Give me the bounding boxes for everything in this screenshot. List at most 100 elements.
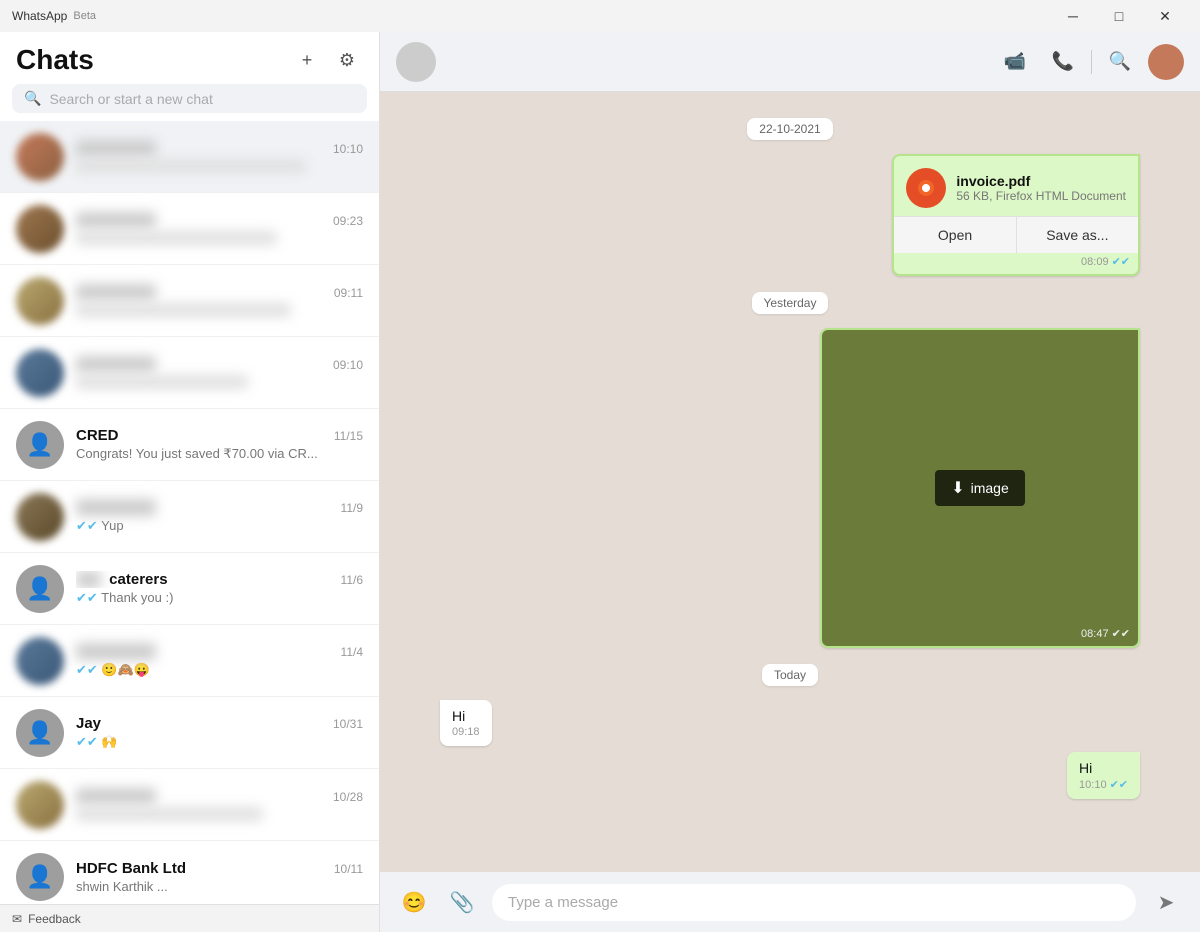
voice-call-button[interactable]: 📞 (1043, 42, 1083, 82)
search-icon: 🔍 (1109, 51, 1131, 72)
attach-button[interactable]: 📎 (444, 884, 480, 920)
chat-content: Jay 10/31 ✔✔ 🙌 (76, 715, 363, 750)
minimize-button[interactable]: ─ (1050, 0, 1096, 32)
list-item[interactable]: 👤 CRED 11/15 Congrats! You just saved ₹7… (0, 409, 379, 481)
image-bubble[interactable]: ⬇ image 08:47 ✔✔ (820, 328, 1140, 648)
msg-row-file: invoice.pdf 56 KB, Firefox HTML Document… (440, 154, 1140, 276)
chat-preview (76, 231, 277, 245)
maximize-button[interactable]: □ (1096, 0, 1142, 32)
close-button[interactable]: ✕ (1142, 0, 1188, 32)
file-msg-tick: ✔✔ (1112, 255, 1130, 268)
list-item[interactable]: 👤 Jay 10/31 ✔✔ 🙌 (0, 697, 379, 769)
chat-content: 11/4 ✔✔ 🙂🙈😛 (76, 643, 363, 678)
settings-button[interactable]: ⚙ (331, 44, 363, 76)
date-divider-yesterday: Yesterday (440, 294, 1140, 312)
sidebar-header: Chats + ⚙ (0, 32, 379, 84)
date-label-yesterday: Yesterday (752, 292, 829, 314)
chat-name: CRED (76, 427, 119, 444)
chat-top: 11/4 (76, 643, 363, 660)
chat-name: HDFC Bank Ltd (76, 860, 186, 877)
chat-name (76, 788, 156, 805)
date-divider-today: Today (440, 666, 1140, 684)
download-icon: ⬇ (951, 478, 964, 498)
list-item[interactable]: 👤 caterers 11/6 ✔✔ Thank you :) (0, 553, 379, 625)
avatar (16, 349, 64, 397)
list-item[interactable]: 10/28 (0, 769, 379, 841)
chat-preview (76, 159, 306, 173)
file-info: invoice.pdf 56 KB, Firefox HTML Document (894, 156, 1138, 216)
chat-time: 09:11 (334, 286, 363, 300)
file-message: invoice.pdf 56 KB, Firefox HTML Document… (892, 154, 1140, 276)
chat-content: 09:11 (76, 284, 363, 317)
outgoing-text: Hi (1079, 760, 1092, 776)
send-icon: ➤ (1158, 890, 1175, 915)
chat-time: 11/15 (334, 429, 363, 443)
send-button[interactable]: ➤ (1148, 884, 1184, 920)
image-bubble-footer: 08:47 ✔✔ (1081, 627, 1130, 640)
titlebar-left: WhatsApp Beta (12, 9, 96, 23)
chat-top: 09:23 (76, 212, 363, 229)
avatar (16, 781, 64, 829)
list-item[interactable]: 11/9 ✔✔ Yup (0, 481, 379, 553)
file-actions: Open Save as... (894, 216, 1138, 253)
image-label: image (971, 480, 1009, 496)
avatar (16, 277, 64, 325)
msg-time-row: 10:10 ✔✔ (1079, 778, 1128, 791)
image-msg-tick: ✔✔ (1112, 627, 1130, 640)
chat-name (76, 356, 156, 373)
file-icon (906, 168, 946, 208)
avatar: 👤 (16, 565, 64, 613)
search-icon: 🔍 (24, 90, 41, 107)
file-msg-time: 08:09 (1081, 256, 1109, 268)
open-file-button[interactable]: Open (894, 217, 1015, 253)
chat-content: CRED 11/15 Congrats! You just saved ₹70.… (76, 427, 363, 462)
avatar: 👤 (16, 709, 64, 757)
image-msg-time: 08:47 (1081, 628, 1109, 640)
chat-header-avatar (396, 42, 436, 82)
messages-area: 22-10-2021 (380, 92, 1200, 872)
chat-content: 10:10 (76, 140, 363, 173)
chat-time: 10/11 (334, 862, 363, 876)
chat-content: 11/9 ✔✔ Yup (76, 499, 363, 534)
list-item[interactable]: 09:10 (0, 337, 379, 409)
chat-name (76, 643, 156, 660)
msg-row-outgoing-hi: Hi 10:10 ✔✔ (440, 752, 1140, 799)
message-input[interactable] (492, 884, 1136, 921)
video-call-button[interactable]: 📹 (995, 42, 1035, 82)
new-chat-button[interactable]: + (291, 44, 323, 76)
incoming-text: Hi (452, 708, 465, 724)
emoji-icon: 😊 (402, 890, 427, 915)
list-item[interactable]: 10:10 (0, 121, 379, 193)
chat-top: 09:10 (76, 356, 363, 373)
chat-time: 11/6 (341, 573, 363, 587)
chat-name (76, 499, 156, 516)
date-label-oct: 22-10-2021 (747, 118, 832, 140)
beta-label: Beta (73, 10, 96, 22)
file-bubble: invoice.pdf 56 KB, Firefox HTML Document… (892, 154, 1140, 276)
avatar (16, 205, 64, 253)
chat-list: 10:10 09:23 (0, 121, 379, 904)
chat-preview (76, 807, 263, 821)
list-item[interactable]: 👤 HDFC Bank Ltd 10/11 shwin Karthik ... (0, 841, 379, 904)
outgoing-time: 10:10 (1079, 779, 1107, 791)
emoji-button[interactable]: 😊 (396, 884, 432, 920)
chat-preview: shwin Karthik ... (76, 879, 363, 894)
avatar: 👤 (16, 421, 64, 469)
list-item[interactable]: 09:11 (0, 265, 379, 337)
feedback-label[interactable]: Feedback (28, 912, 81, 926)
list-item[interactable]: 11/4 ✔✔ 🙂🙈😛 (0, 625, 379, 697)
save-file-button[interactable]: Save as... (1016, 217, 1138, 253)
chat-top: 09:11 (76, 284, 363, 301)
date-divider-oct: 22-10-2021 (440, 120, 1140, 138)
chat-top: 10:10 (76, 140, 363, 157)
date-label-today: Today (762, 664, 818, 686)
outgoing-tick: ✔✔ (1110, 778, 1128, 791)
image-download-button[interactable]: ⬇ image (935, 470, 1025, 506)
file-details: invoice.pdf 56 KB, Firefox HTML Document (956, 173, 1126, 203)
chat-time: 10/28 (333, 790, 363, 804)
search-input[interactable] (49, 91, 355, 107)
chat-search-button[interactable]: 🔍 (1100, 42, 1140, 82)
list-item[interactable]: 09:23 (0, 193, 379, 265)
header-profile-icon (1148, 44, 1184, 80)
sidebar-title: Chats (16, 44, 94, 76)
